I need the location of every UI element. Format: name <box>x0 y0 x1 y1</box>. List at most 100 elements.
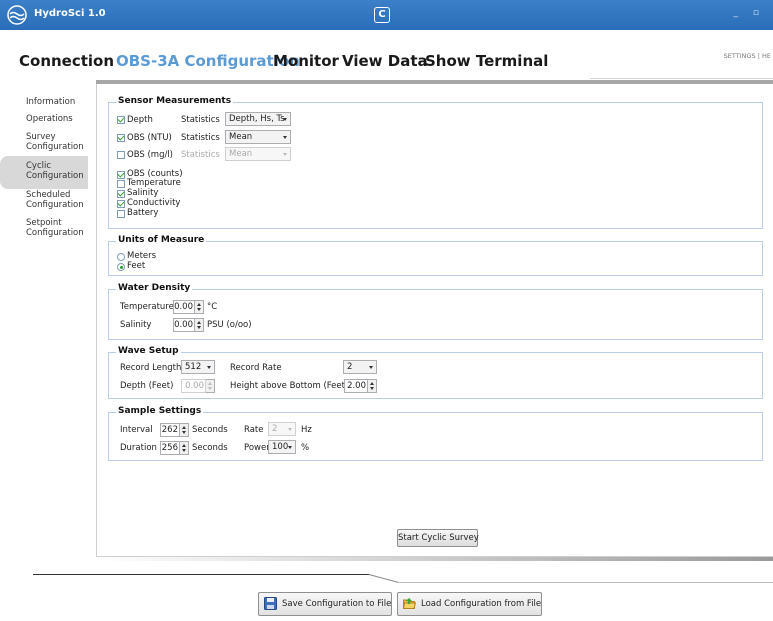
record-rate-select[interactable]: 2 <box>343 360 377 374</box>
arrow-up-icon <box>182 444 186 447</box>
interval-unit: Seconds <box>192 425 228 435</box>
title-bar: HydroSci 1.0 C _ ▫ <box>0 0 773 30</box>
spinner-buttons[interactable] <box>180 441 189 455</box>
tab-view-data[interactable]: View Data <box>342 52 428 70</box>
sidebar-item-cyclic-configuration[interactable]: Cyclic Configuration <box>26 161 84 181</box>
window-controls[interactable]: _ ▫ <box>734 8 765 18</box>
rate-value: 2 <box>272 424 278 434</box>
power-unit: % <box>301 443 310 453</box>
footer-divider <box>33 574 369 575</box>
record-rate-label: Record Rate <box>230 363 282 373</box>
chevron-down-icon <box>288 446 292 449</box>
sample-settings-group: Sample Settings Interval 262 Seconds Rat… <box>108 406 763 461</box>
arrow-down-icon <box>370 387 374 390</box>
obs-ntu-checkbox[interactable] <box>117 134 125 142</box>
depth-feet-spinner[interactable]: 0.00 <box>181 379 215 393</box>
feet-radio[interactable] <box>117 263 125 271</box>
power-select[interactable]: 100 <box>268 440 296 454</box>
battery-checkbox[interactable] <box>117 210 125 218</box>
sidebar-item-scheduled-configuration[interactable]: Scheduled Configuration <box>26 190 84 210</box>
spinner-buttons[interactable] <box>180 423 189 437</box>
sidebar-item-setpoint-configuration[interactable]: Setpoint Configuration <box>26 218 84 238</box>
conductivity-checkbox[interactable] <box>117 200 125 208</box>
power-label: Power <box>244 443 270 453</box>
save-configuration-label: Save Configuration to File <box>282 599 392 609</box>
load-configuration-button[interactable]: Load Configuration from File <box>397 592 542 616</box>
temperature-checkbox[interactable] <box>117 180 125 188</box>
rate-unit: Hz <box>301 425 312 435</box>
panel-bottom-bar <box>96 557 773 561</box>
chevron-down-icon <box>283 153 287 156</box>
record-length-select[interactable]: 512 <box>181 360 215 374</box>
tab-show-terminal[interactable]: Show Terminal <box>425 52 548 70</box>
salinity-checkbox[interactable] <box>117 190 125 198</box>
save-configuration-button[interactable]: Save Configuration to File <box>258 592 392 616</box>
salinity-spinner[interactable]: 0.00 <box>173 318 204 332</box>
meters-radio[interactable] <box>117 253 125 261</box>
spinner-buttons[interactable] <box>368 379 377 393</box>
wave-setup-group: Wave Setup Record Length 512 Record Rate… <box>108 346 763 399</box>
depth-statistics-select[interactable]: Depth, Hs, Ts <box>225 112 291 126</box>
temperature-label: Temperature <box>127 178 181 188</box>
spinner-buttons[interactable] <box>206 379 215 393</box>
obs-mgl-label: OBS (mg/l) <box>127 150 174 160</box>
tab-connection[interactable]: Connection <box>19 52 114 70</box>
record-length-value: 512 <box>185 362 202 372</box>
salinity-unit: PSU (o/oo) <box>207 320 252 330</box>
duration-spinner[interactable]: 256 <box>160 441 189 455</box>
duration-unit: Seconds <box>192 443 228 453</box>
chevron-down-icon <box>288 428 292 431</box>
chevron-down-icon <box>283 136 287 139</box>
arrow-down-icon <box>182 431 186 434</box>
arrow-up-icon <box>182 426 186 429</box>
spinner-buttons[interactable] <box>195 300 204 314</box>
sidebar-item-label: Operations <box>26 114 73 124</box>
units-of-measure-group: Units of Measure Meters Feet <box>108 235 763 276</box>
start-cyclic-survey-button[interactable]: Start Cyclic Survey <box>397 529 479 547</box>
spinner-buttons[interactable] <box>195 318 204 332</box>
sidebar-item-survey-configuration[interactable]: Survey Configuration <box>26 132 84 152</box>
sidebar-item-operations[interactable]: Operations <box>26 114 73 124</box>
rate-label: Rate <box>244 425 264 435</box>
duration-label: Duration <box>120 443 157 453</box>
wave-setup-title: Wave Setup <box>116 346 181 356</box>
depth-label: Depth <box>127 115 153 125</box>
campbell-logo-icon: C <box>374 7 390 23</box>
depth-feet-value: 0.00 <box>181 379 206 393</box>
depth-feet-label: Depth (Feet) <box>120 381 174 391</box>
conductivity-label: Conductivity <box>127 198 181 208</box>
water-density-group: Water Density Temperature 0.00 °C Salini… <box>108 283 763 340</box>
obs-ntu-statistics-value: Mean <box>229 132 253 142</box>
units-of-measure-title: Units of Measure <box>116 235 207 245</box>
interval-label: Interval <box>120 425 153 435</box>
salinity-label: Salinity <box>127 188 159 198</box>
tab-monitor[interactable]: Monitor <box>273 52 339 70</box>
interval-value: 262 <box>160 423 180 437</box>
interval-spinner[interactable]: 262 <box>160 423 189 437</box>
obs-counts-checkbox[interactable] <box>117 171 125 179</box>
tab-divider-thin <box>590 78 773 79</box>
obs-ntu-statistics-select[interactable]: Mean <box>225 130 291 144</box>
obs-ntu-label: OBS (NTU) <box>127 133 172 143</box>
arrow-down-icon <box>182 449 186 452</box>
depth-checkbox[interactable] <box>117 116 125 124</box>
open-folder-icon <box>403 598 416 609</box>
arrow-down-icon <box>208 387 212 390</box>
obs-mgl-statistics-label: Statistics <box>181 150 220 160</box>
record-rate-value: 2 <box>347 362 353 372</box>
height-above-bottom-spinner[interactable]: 2.00 <box>344 379 377 393</box>
obs-mgl-checkbox[interactable] <box>117 151 125 159</box>
sample-settings-title: Sample Settings <box>116 406 204 416</box>
sensor-measurements-group: Sensor Measurements Depth Statistics Dep… <box>108 96 763 229</box>
arrow-up-icon <box>197 303 201 306</box>
floppy-disk-icon <box>264 597 277 610</box>
arrow-up-icon <box>208 382 212 385</box>
temperature-spinner[interactable]: 0.00 <box>173 300 204 314</box>
sidebar-item-information[interactable]: Information <box>26 97 75 107</box>
rate-select[interactable]: 2 <box>268 422 296 436</box>
battery-label: Battery <box>127 208 159 218</box>
obs-mgl-statistics-select[interactable]: Mean <box>225 147 291 161</box>
chevron-down-icon <box>369 366 373 369</box>
settings-link[interactable]: SETTINGS | HE <box>724 52 771 60</box>
load-configuration-label: Load Configuration from File <box>421 599 542 609</box>
